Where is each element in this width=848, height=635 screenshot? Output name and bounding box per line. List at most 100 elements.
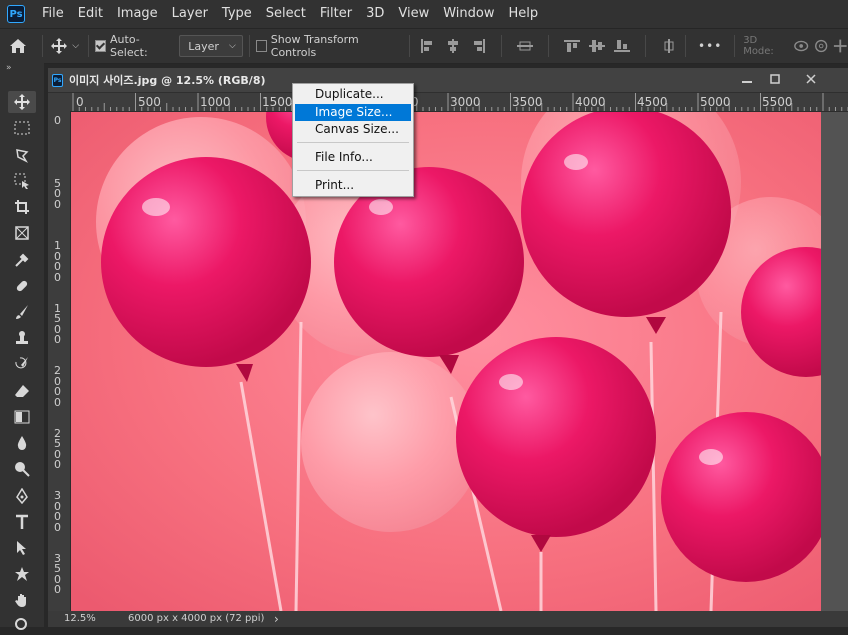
more-options-icon[interactable]: ••• (698, 39, 722, 53)
distribute-vertical-icon[interactable] (661, 39, 677, 53)
hand-tool-icon[interactable] (8, 589, 36, 611)
chevron-down-icon: ⌵ (228, 41, 236, 51)
ruler-label-digit: 0 (54, 114, 61, 127)
menu-image[interactable]: Image (110, 0, 165, 28)
eraser-tool-icon[interactable] (8, 380, 36, 402)
align-vertical-center-icon[interactable] (589, 39, 606, 53)
menu-layer[interactable]: Layer (165, 0, 215, 28)
close-icon[interactable] (796, 70, 826, 88)
menu-item-image-size[interactable]: Image Size... (295, 104, 411, 121)
align-horizontal-center-icon[interactable] (445, 39, 461, 53)
ps-document-icon: Ps (52, 73, 63, 87)
document-info: 6000 px x 4000 px (72 ppi) (128, 613, 265, 624)
menu-item-duplicate[interactable]: Duplicate... (295, 86, 411, 103)
frame-tool-icon[interactable] (8, 222, 36, 244)
menu-window[interactable]: Window (436, 0, 501, 28)
document-tab[interactable]: Ps 이미지 사이즈.jpg @ 12.5% (RGB/8) (52, 68, 266, 92)
menu-item-file-info[interactable]: File Info... (295, 149, 411, 166)
pen-tool-icon[interactable] (8, 485, 36, 507)
history-brush-tool-icon[interactable] (8, 353, 36, 375)
ruler-label-digit: 0 (54, 333, 61, 346)
gradient-tool-icon[interactable] (8, 406, 36, 428)
3d-roll-icon[interactable] (813, 38, 829, 54)
menu-select[interactable]: Select (259, 0, 313, 28)
maximize-icon[interactable] (760, 70, 790, 88)
blur-tool-icon[interactable] (8, 432, 36, 454)
3d-orbit-icon[interactable] (793, 38, 809, 54)
divider (645, 35, 647, 57)
eyedropper-tool-icon[interactable] (8, 249, 36, 271)
document-title: 이미지 사이즈.jpg @ 12.5% (RGB/8) (69, 74, 266, 87)
menu-3d[interactable]: 3D (359, 0, 391, 28)
auto-select-label: Auto-Select: (110, 33, 148, 59)
tools-panel: » (0, 63, 44, 630)
status-menu-chevron-icon[interactable]: › (274, 612, 279, 626)
auto-select-target-value: Layer (188, 39, 219, 53)
ruler-label: 5500 (762, 95, 793, 109)
menu-separator (297, 142, 409, 143)
custom-shape-tool-icon[interactable] (8, 563, 36, 585)
crop-tool-icon[interactable] (8, 196, 36, 218)
menu-item-print[interactable]: Print... (295, 177, 411, 194)
object-selection-tool-icon[interactable] (8, 170, 36, 192)
healing-brush-tool-icon[interactable] (8, 275, 36, 297)
menu-edit[interactable]: Edit (71, 0, 110, 28)
menu-item-canvas-size[interactable]: Canvas Size... (295, 121, 411, 138)
document-tab-context-menu: Duplicate... Image Size... Canvas Size..… (292, 83, 414, 197)
3d-mode-label: 3D Mode: (743, 35, 774, 57)
distribute-icon[interactable] (517, 39, 534, 53)
chevron-down-icon[interactable]: ⌵ (69, 41, 82, 51)
ruler-label: 1500 (262, 95, 293, 109)
menu-bar: Ps File Edit Image Layer Type Select Fil… (0, 0, 848, 28)
ruler-horizontal: 0 500 1000 1500 2000 2500 3000 3500 4000… (70, 93, 848, 112)
ruler-vertical: 0500100015002000250030003500 (48, 111, 71, 611)
photoshop-logo-icon: Ps (7, 5, 25, 23)
ruler-label: 500 (138, 95, 161, 109)
zoom-level[interactable]: 12.5% (64, 613, 96, 624)
align-right-icon[interactable] (470, 39, 486, 53)
ruler-label-digit: 0 (54, 583, 61, 596)
lasso-tool-icon[interactable] (8, 144, 36, 166)
menu-type[interactable]: Type (215, 0, 259, 28)
ruler-corner (48, 93, 70, 111)
align-bottom-icon[interactable] (614, 39, 631, 53)
collapse-panel-icon[interactable]: » (6, 63, 12, 73)
move-tool-icon[interactable] (49, 38, 69, 54)
show-transform-controls-label: Show Transform Controls (270, 33, 359, 59)
auto-select-checkbox[interactable] (94, 40, 107, 52)
minimize-icon[interactable] (732, 70, 762, 88)
menu-help[interactable]: Help (502, 0, 546, 28)
image-canvas[interactable] (71, 112, 821, 611)
dodge-tool-icon[interactable] (8, 458, 36, 480)
ruler-label-digit: 0 (54, 458, 61, 471)
menu-view[interactable]: View (391, 0, 436, 28)
show-transform-controls-checkbox[interactable] (255, 40, 267, 52)
divider (501, 35, 503, 57)
align-left-icon[interactable] (420, 39, 436, 53)
menu-filter[interactable]: Filter (313, 0, 359, 28)
document-tab-bar: Ps 이미지 사이즈.jpg @ 12.5% (RGB/8) (48, 68, 848, 93)
3d-pan-icon[interactable] (833, 38, 848, 54)
divider (88, 35, 89, 57)
brush-tool-icon[interactable] (8, 301, 36, 323)
home-icon[interactable] (0, 38, 36, 54)
ruler-label: 3000 (450, 95, 481, 109)
zoom-tool-icon[interactable] (8, 613, 36, 635)
ruler-label: 0 (76, 95, 84, 109)
path-selection-tool-icon[interactable] (8, 537, 36, 559)
ruler-label: 1000 (200, 95, 231, 109)
clone-stamp-tool-icon[interactable] (8, 327, 36, 349)
ruler-label: 3500 (512, 95, 543, 109)
align-top-icon[interactable] (564, 39, 581, 53)
divider (409, 35, 411, 57)
status-bar: 12.5% 6000 px x 4000 px (72 ppi) › (48, 611, 848, 627)
ruler-label-digit: 0 (54, 270, 61, 284)
move-tool-icon[interactable] (8, 91, 36, 113)
menu-file[interactable]: File (35, 0, 71, 28)
type-tool-icon[interactable] (8, 511, 36, 533)
marquee-tool-icon[interactable] (8, 117, 36, 139)
options-bar: ⌵ Auto-Select: Layer ⌵ Show Transform Co… (0, 28, 848, 64)
divider (685, 35, 687, 57)
divider (42, 35, 44, 57)
auto-select-target-dropdown[interactable]: Layer ⌵ (179, 35, 243, 57)
